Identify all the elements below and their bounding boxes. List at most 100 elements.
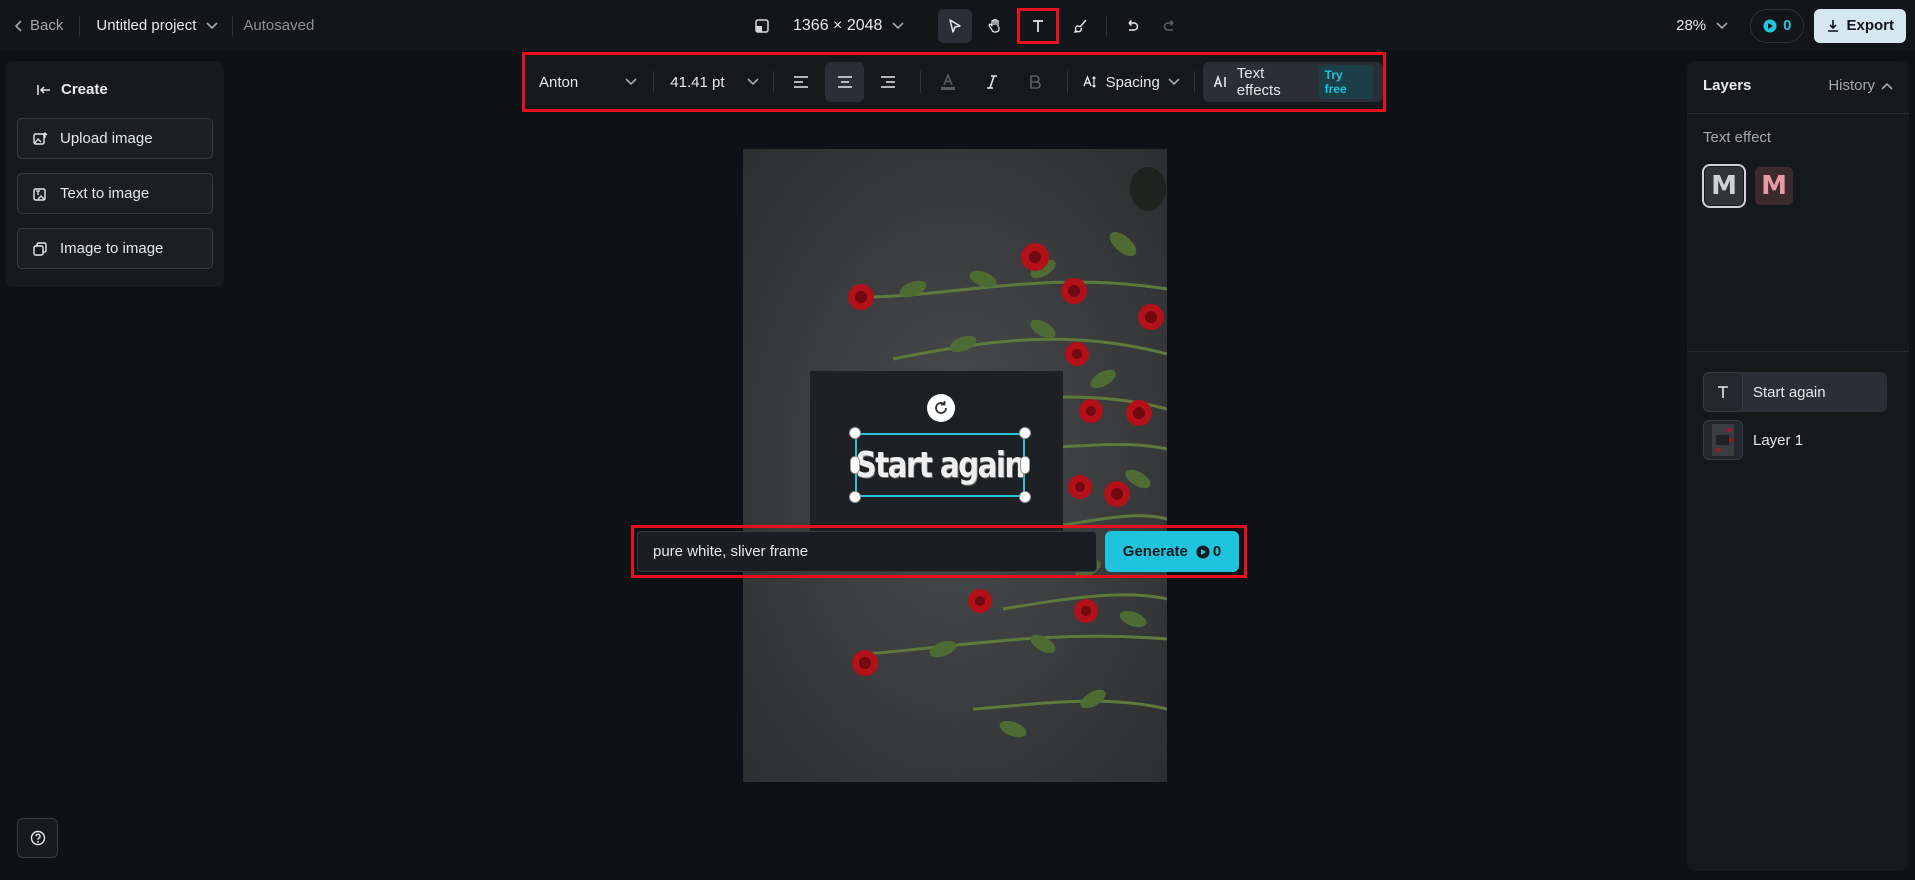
layer-item-layer-1[interactable]: Layer 1 xyxy=(1703,420,1887,460)
text-effect-swatch-rose[interactable]: M xyxy=(1755,167,1793,205)
create-panel: Create Upload image Text to image Image … xyxy=(5,61,224,287)
top-bar-right: 28% 0 Export xyxy=(1676,0,1906,51)
layer-name: Layer 1 xyxy=(1753,431,1804,449)
divider xyxy=(919,71,921,93)
resize-icon xyxy=(754,18,770,34)
text-effects-button[interactable]: Text effects Try free xyxy=(1202,62,1383,102)
divider xyxy=(1193,71,1195,93)
zoom-value: 28% xyxy=(1676,17,1707,34)
divider xyxy=(1066,71,1068,93)
layers-title: Layers xyxy=(1703,77,1752,94)
hand-icon xyxy=(987,18,1003,34)
spacing-dropdown[interactable]: Spacing xyxy=(1082,74,1180,91)
image-to-image-icon xyxy=(32,241,48,257)
font-family-dropdown[interactable]: Anton xyxy=(539,74,637,91)
download-icon xyxy=(1826,19,1840,33)
layer-item-start-again[interactable]: Start again xyxy=(1703,372,1887,412)
help-button[interactable] xyxy=(17,818,58,858)
credits-count: 0 xyxy=(1783,17,1792,34)
canvas-size-value: 1366 × 2048 xyxy=(793,16,883,34)
text-format-toolbar: Anton 41.41 pt Spacing Text effects Try … xyxy=(522,52,1386,112)
undo-button[interactable] xyxy=(1115,9,1149,43)
brush-icon xyxy=(1073,18,1089,34)
history-toggle[interactable]: History xyxy=(1828,77,1893,94)
align-right-icon xyxy=(880,75,896,89)
ai-text-effects-icon xyxy=(1213,74,1229,90)
resize-handle-bottom-right[interactable] xyxy=(1019,491,1031,503)
chevron-up-icon xyxy=(1881,82,1893,90)
generate-button[interactable]: Generate 0 xyxy=(1105,531,1239,572)
chevron-down-icon xyxy=(892,21,904,30)
prompt-input[interactable] xyxy=(637,531,1097,572)
text-color-icon xyxy=(939,73,957,91)
history-label: History xyxy=(1828,77,1875,94)
design-canvas[interactable]: Start again xyxy=(743,149,1167,782)
text-color-button[interactable] xyxy=(929,62,968,102)
create-panel-header[interactable]: Create xyxy=(37,81,212,98)
align-left-button[interactable] xyxy=(782,62,821,102)
redo-icon xyxy=(1162,18,1178,34)
divider xyxy=(232,15,234,36)
resize-handle-right[interactable] xyxy=(1020,456,1030,474)
top-bar-center: 1366 × 2048 xyxy=(745,0,1187,51)
chevron-down-icon xyxy=(206,21,218,30)
resize-handle-top-left[interactable] xyxy=(849,427,861,439)
redo-button[interactable] xyxy=(1153,9,1187,43)
back-button[interactable]: Back xyxy=(14,17,63,34)
italic-button[interactable] xyxy=(972,62,1011,102)
cursor-arrow-icon xyxy=(947,18,963,34)
bold-button[interactable] xyxy=(1015,62,1054,102)
rotate-icon xyxy=(932,399,950,417)
bold-icon xyxy=(1028,74,1042,90)
help-question-icon xyxy=(30,830,46,846)
zoom-dropdown[interactable]: 28% xyxy=(1676,17,1728,34)
chevron-left-icon xyxy=(14,19,24,32)
align-right-button[interactable] xyxy=(868,62,907,102)
export-button[interactable]: Export xyxy=(1814,8,1906,43)
generate-cost-value: 0 xyxy=(1212,543,1222,560)
autosave-status: Autosaved xyxy=(243,17,315,34)
divider xyxy=(1687,351,1909,352)
font-family-value: Anton xyxy=(539,73,579,91)
divider xyxy=(1687,113,1909,114)
layer-name: Start again xyxy=(1753,383,1826,401)
upload-image-button[interactable]: Upload image xyxy=(17,118,213,159)
top-bar-left: Back Untitled project Autosaved xyxy=(14,0,314,51)
chevron-down-icon xyxy=(1168,78,1180,86)
text-tool-button[interactable] xyxy=(1017,7,1060,44)
divider xyxy=(772,71,774,93)
upload-image-label: Upload image xyxy=(60,130,153,147)
image-to-image-button[interactable]: Image to image xyxy=(17,228,213,269)
brush-tool-button[interactable] xyxy=(1064,9,1098,43)
rotate-handle[interactable] xyxy=(927,394,955,422)
text-effect-swatch-silver[interactable]: M xyxy=(1702,164,1746,208)
align-center-button[interactable] xyxy=(825,62,865,102)
project-name-dropdown[interactable]: Untitled project xyxy=(96,17,218,34)
italic-icon xyxy=(985,74,999,90)
text-to-image-button[interactable]: Text to image xyxy=(17,173,213,214)
resize-canvas-button[interactable] xyxy=(745,9,779,43)
credits-badge[interactable]: 0 xyxy=(1750,8,1805,43)
text-effect-prompt-bar: Generate 0 xyxy=(631,525,1247,578)
text-effect-section-label: Text effect xyxy=(1703,129,1772,146)
text-effects-label: Text effects xyxy=(1236,65,1281,99)
select-tool-button[interactable] xyxy=(938,8,973,43)
font-size-dropdown[interactable]: 41.41 pt xyxy=(670,74,759,91)
canvas-size-dropdown[interactable]: 1366 × 2048 xyxy=(793,17,904,35)
back-label: Back xyxy=(30,17,64,34)
selected-text-box[interactable]: Start again xyxy=(855,433,1026,497)
image-thumbnail-icon xyxy=(1712,424,1734,456)
resize-handle-left[interactable] xyxy=(850,456,860,474)
collapse-left-icon xyxy=(37,84,51,96)
project-name: Untitled project xyxy=(96,17,197,34)
hand-tool-button[interactable] xyxy=(978,9,1012,43)
resize-handle-bottom-left[interactable] xyxy=(849,491,861,503)
align-left-icon xyxy=(793,75,809,89)
layer-thumb xyxy=(1703,420,1743,460)
credit-coin-icon xyxy=(1763,19,1777,33)
spacing-label: Spacing xyxy=(1105,73,1160,91)
resize-handle-top-right[interactable] xyxy=(1019,427,1031,439)
try-free-badge: Try free xyxy=(1318,65,1373,99)
canvas-text-layer[interactable]: Start again xyxy=(856,445,1026,486)
divider xyxy=(1106,15,1108,36)
